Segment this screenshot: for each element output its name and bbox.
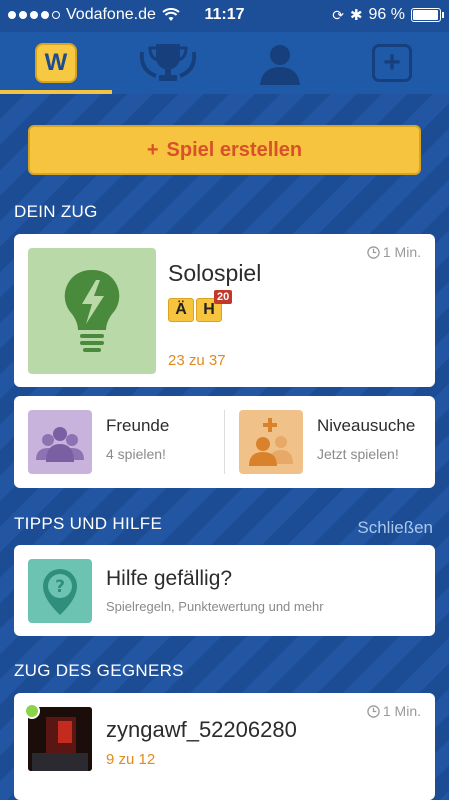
opponent-game-time: 1 Min. [367, 703, 421, 719]
clock-icon [367, 245, 380, 259]
solo-game-thumbnail [28, 248, 156, 374]
nav-profile[interactable] [224, 32, 336, 94]
level-search-sub: Jetzt spielen! [317, 446, 399, 462]
your-turn-heading: DEIN ZUG [14, 202, 98, 221]
clock-icon [367, 704, 380, 718]
create-game-button[interactable]: + Spiel erstellen [28, 125, 421, 175]
online-status-indicator [24, 703, 40, 719]
status-right: ⟳ ✱ 96 % [332, 6, 444, 24]
help-title: Hilfe gefällig? [106, 567, 233, 590]
profile-icon [260, 45, 300, 85]
battery-label: 96 % [368, 6, 405, 23]
bluetooth-icon: ✱ [349, 7, 363, 24]
level-search-icon-box [239, 410, 303, 474]
solo-game-time: 1 Min. [367, 244, 421, 260]
rotation-lock-icon: ⟳ [332, 6, 344, 23]
opponent-game-card[interactable]: zyngawf_52206280 1 Min. 9 zu 12 [14, 693, 435, 800]
opponent-game-score: 9 zu 12 [106, 751, 156, 768]
letter-tile: Ä [168, 298, 194, 322]
level-search-option[interactable]: Niveausuche Jetzt spielen! [225, 396, 435, 488]
nav-trophy[interactable] [112, 32, 224, 94]
points-badge: 20 [214, 290, 233, 304]
opponent-turn-heading: ZUG DES GEGNERS [14, 661, 184, 680]
lightbulb-icon [64, 269, 120, 352]
status-bar: Vodafone.de 11:17 ⟳ ✱ 96 % [0, 0, 449, 32]
tips-heading: TIPPS UND HILFE [14, 514, 163, 533]
add-player-icon [249, 418, 293, 466]
create-game-label: Spiel erstellen [166, 138, 303, 161]
battery-icon [411, 8, 444, 22]
friends-icon-box [28, 410, 92, 474]
word-logo-icon: W [35, 43, 77, 83]
close-tips-link[interactable]: Schließen [357, 518, 433, 538]
nav-new-game[interactable]: + [336, 32, 448, 94]
friends-option[interactable]: Freunde 4 spielen! [14, 396, 224, 488]
trophy-icon [139, 44, 197, 81]
friends-icon [36, 427, 84, 462]
question-pin-icon: ? [43, 569, 77, 615]
solo-game-card[interactable]: Solospiel 1 Min. Ä H 20 23 zu 37 [14, 234, 435, 387]
solo-game-title: Solospiel [168, 260, 262, 286]
level-search-label: Niveausuche [317, 416, 416, 435]
top-nav: W + [0, 32, 449, 94]
help-icon-box: ? [28, 559, 92, 623]
solo-game-score: 23 zu 37 [168, 352, 226, 369]
friends-sub: 4 spielen! [106, 446, 166, 462]
opponent-game-time-text: 1 Min. [382, 703, 421, 719]
nav-home[interactable]: W [0, 32, 112, 94]
opponent-name: zyngawf_52206280 [106, 717, 297, 742]
plus-icon: + [146, 138, 159, 161]
solo-game-time-text: 1 Min. [382, 244, 421, 260]
help-card[interactable]: ? Hilfe gefällig? Spielregeln, Punktewer… [14, 545, 435, 636]
svg-text:?: ? [55, 577, 65, 597]
help-subtitle: Spielregeln, Punktewertung und mehr [106, 599, 324, 614]
play-options-card: Freunde 4 spielen! Niveausuche Jetzt spi… [14, 396, 435, 488]
friends-label: Freunde [106, 416, 170, 435]
plus-icon: + [372, 44, 412, 82]
